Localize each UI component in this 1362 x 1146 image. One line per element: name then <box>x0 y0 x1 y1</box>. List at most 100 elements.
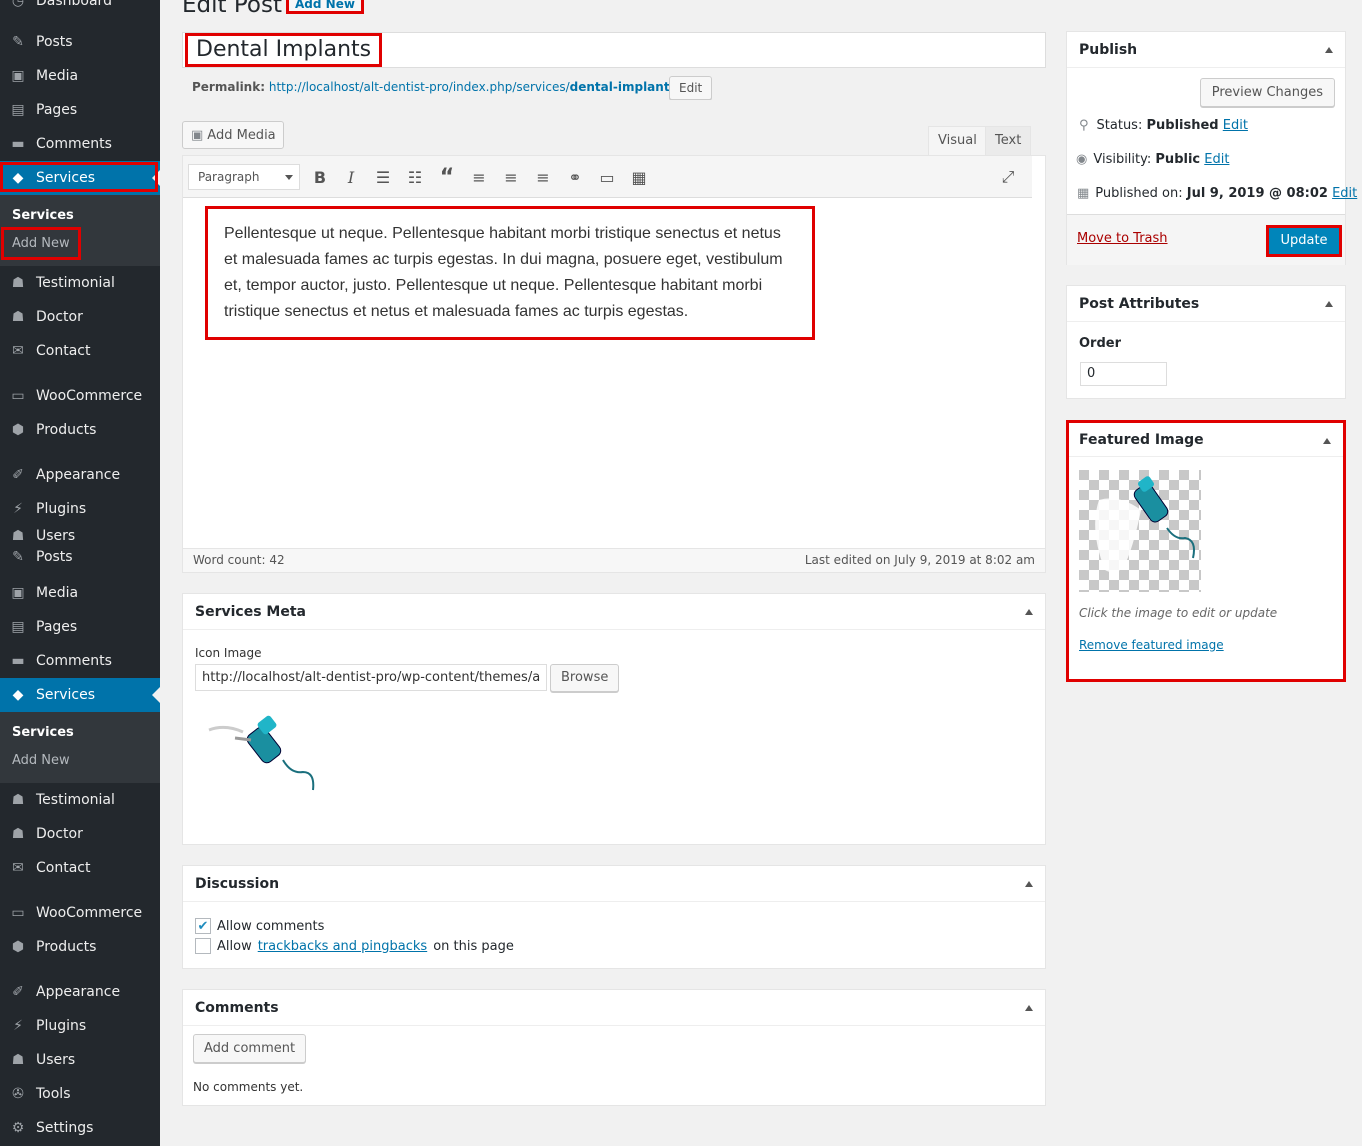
status-row: ⚲ Status: Published Edit <box>1079 118 1248 133</box>
browse-button[interactable]: Browse <box>550 664 620 692</box>
menu-comments[interactable]: ▬ Comments <box>0 127 160 161</box>
menu-contact[interactable]: ✉ Contact <box>0 334 160 368</box>
collapse-icon[interactable] <box>1323 438 1331 444</box>
last-edited: Last edited on July 9, 2019 at 8:02 am <box>804 553 1035 567</box>
publish-header[interactable]: Publish <box>1067 32 1345 68</box>
featured-image-box: Featured Image Click the image to edit o… <box>1066 420 1346 682</box>
collapse-icon[interactable] <box>1025 1005 1033 1011</box>
read-more-icon[interactable]: ▭ <box>595 165 619 189</box>
menu-appearance-2[interactable]: ✐ Appearance <box>0 975 160 1009</box>
italic-icon[interactable]: I <box>339 165 363 189</box>
bold-icon[interactable]: B <box>308 165 332 189</box>
menu-dashboard[interactable]: ◷ Dashboard <box>0 0 160 18</box>
editor-statusbar: Word count: 42 Last edited on July 9, 20… <box>183 548 1045 572</box>
comments-icon: ▬ <box>11 653 25 669</box>
menu-comments-2[interactable]: ▬ Comments <box>0 644 160 678</box>
link-icon[interactable]: ⚭ <box>563 165 587 189</box>
icon-image-input[interactable]: http://localhost/alt-dentist-pro/wp-cont… <box>195 664 547 691</box>
fullscreen-icon[interactable]: ⤢ <box>996 165 1020 189</box>
menu-media-2[interactable]: ▣ Media <box>0 576 160 610</box>
menu-posts[interactable]: ✎ Posts <box>0 25 160 59</box>
preview-changes-button[interactable]: Preview Changes <box>1199 78 1335 107</box>
submenu-add-new-2[interactable]: Add New <box>12 753 70 768</box>
submenu-services-2[interactable]: Services <box>12 725 74 740</box>
align-left-icon[interactable]: ≡ <box>467 165 491 189</box>
order-input[interactable]: 0 <box>1080 362 1167 386</box>
menu-woocommerce-2[interactable]: ▭ WooCommerce <box>0 896 160 930</box>
tab-visual[interactable]: Visual <box>928 126 987 156</box>
menu-services[interactable]: ◆ Services <box>0 161 160 195</box>
add-media-button[interactable]: ▣ Add Media <box>182 121 284 149</box>
menu-media[interactable]: ▣ Media <box>0 59 160 93</box>
menu-woocommerce[interactable]: ▭ WooCommerce <box>0 379 160 413</box>
featured-image-thumbnail[interactable] <box>1079 470 1201 592</box>
services-submenu-2: Services Add New <box>0 712 160 783</box>
collapse-icon[interactable] <box>1325 47 1333 53</box>
menu-posts-2[interactable]: ✎ Posts <box>0 546 160 568</box>
menu-pages-2[interactable]: ▤ Pages <box>0 610 160 644</box>
post-title-field[interactable]: Dental Implants <box>182 32 1046 68</box>
pin-icon: ✎ <box>12 549 24 565</box>
post-attributes-header[interactable]: Post Attributes <box>1067 286 1345 322</box>
submenu-services[interactable]: Services <box>12 208 74 223</box>
add-comment-button[interactable]: Add comment <box>193 1034 307 1063</box>
menu-plugins-2[interactable]: ⚡ Plugins <box>0 1009 160 1043</box>
toolbar-toggle-icon[interactable]: ▦ <box>627 165 651 189</box>
menu-testimonial-2[interactable]: ☗ Testimonial <box>0 783 160 817</box>
date-edit-link[interactable]: Edit <box>1332 186 1357 201</box>
wrench-icon: ✇ <box>12 1086 24 1102</box>
numbered-list-icon[interactable]: ☷ <box>403 165 427 189</box>
woo-icon: ▭ <box>11 905 25 921</box>
collapse-icon[interactable] <box>1025 881 1033 887</box>
pin-status-icon: ⚲ <box>1079 118 1089 133</box>
menu-services-2[interactable]: ◆ Services <box>0 678 160 712</box>
tab-text[interactable]: Text <box>985 126 1032 156</box>
menu-users[interactable]: ☗ Users <box>0 526 160 546</box>
eye-icon: ◉ <box>1076 152 1088 167</box>
comments-header[interactable]: Comments <box>183 990 1045 1026</box>
featured-image-header[interactable]: Featured Image <box>1069 423 1343 457</box>
trackbacks-link[interactable]: trackbacks and pingbacks <box>258 939 428 954</box>
collapse-icon[interactable] <box>1025 609 1033 615</box>
allow-trackbacks-row: Allow trackbacks and pingbacks on this p… <box>195 938 514 954</box>
blockquote-icon[interactable]: “ <box>435 165 459 190</box>
collapse-icon[interactable] <box>1325 301 1333 307</box>
permalink-edit-button[interactable]: Edit <box>669 76 713 100</box>
submenu-add-new[interactable]: Add New <box>12 236 70 251</box>
format-select[interactable]: Paragraph <box>188 164 300 190</box>
update-button[interactable]: Update <box>1266 225 1342 257</box>
menu-users-2[interactable]: ☗ Users <box>0 1043 160 1077</box>
pages-icon: ▤ <box>11 102 25 118</box>
allow-comments-checkbox[interactable]: ✔ <box>195 918 211 934</box>
menu-appearance[interactable]: ✐ Appearance <box>0 458 160 492</box>
bullet-list-icon[interactable]: ☰ <box>371 165 395 189</box>
align-right-icon[interactable]: ≡ <box>531 165 555 189</box>
permalink-link[interactable]: http://localhost/alt-dentist-pro/index.p… <box>269 80 681 94</box>
menu-testimonial[interactable]: ☗ Testimonial <box>0 266 160 300</box>
menu-doctor[interactable]: ☗ Doctor <box>0 300 160 334</box>
menu-doctor-2[interactable]: ☗ Doctor <box>0 817 160 851</box>
menu-contact-2[interactable]: ✉ Contact <box>0 851 160 885</box>
move-to-trash-link[interactable]: Move to Trash <box>1077 231 1168 246</box>
add-new-button[interactable]: Add New <box>286 0 364 14</box>
allow-trackbacks-checkbox[interactable] <box>195 938 211 954</box>
services-meta-header[interactable]: Services Meta <box>183 594 1045 630</box>
menu-settings[interactable]: ⚙ Settings <box>0 1111 160 1145</box>
menu-products-2[interactable]: ⬢ Products <box>0 930 160 964</box>
visibility-edit-link[interactable]: Edit <box>1204 152 1229 167</box>
mail-icon: ✉ <box>12 860 24 876</box>
discussion-header[interactable]: Discussion <box>183 866 1045 902</box>
woo-icon: ▭ <box>11 388 25 404</box>
menu-pages[interactable]: ▤ Pages <box>0 93 160 127</box>
menu-tools[interactable]: ✇ Tools <box>0 1077 160 1111</box>
users-icon: ☗ <box>11 792 25 808</box>
comments-icon: ▬ <box>11 136 25 152</box>
menu-products[interactable]: ⬢ Products <box>0 413 160 447</box>
permalink-label: Permalink: <box>192 80 266 94</box>
editor-content[interactable]: Pellentesque ut neque. Pellentesque habi… <box>205 206 815 340</box>
align-center-icon[interactable]: ≡ <box>499 165 523 189</box>
status-edit-link[interactable]: Edit <box>1223 118 1248 133</box>
comments-box: Comments Add comment No comments yet. <box>182 989 1046 1106</box>
remove-featured-image-link[interactable]: Remove featured image <box>1079 638 1224 652</box>
menu-plugins[interactable]: ⚡ Plugins <box>0 492 160 526</box>
